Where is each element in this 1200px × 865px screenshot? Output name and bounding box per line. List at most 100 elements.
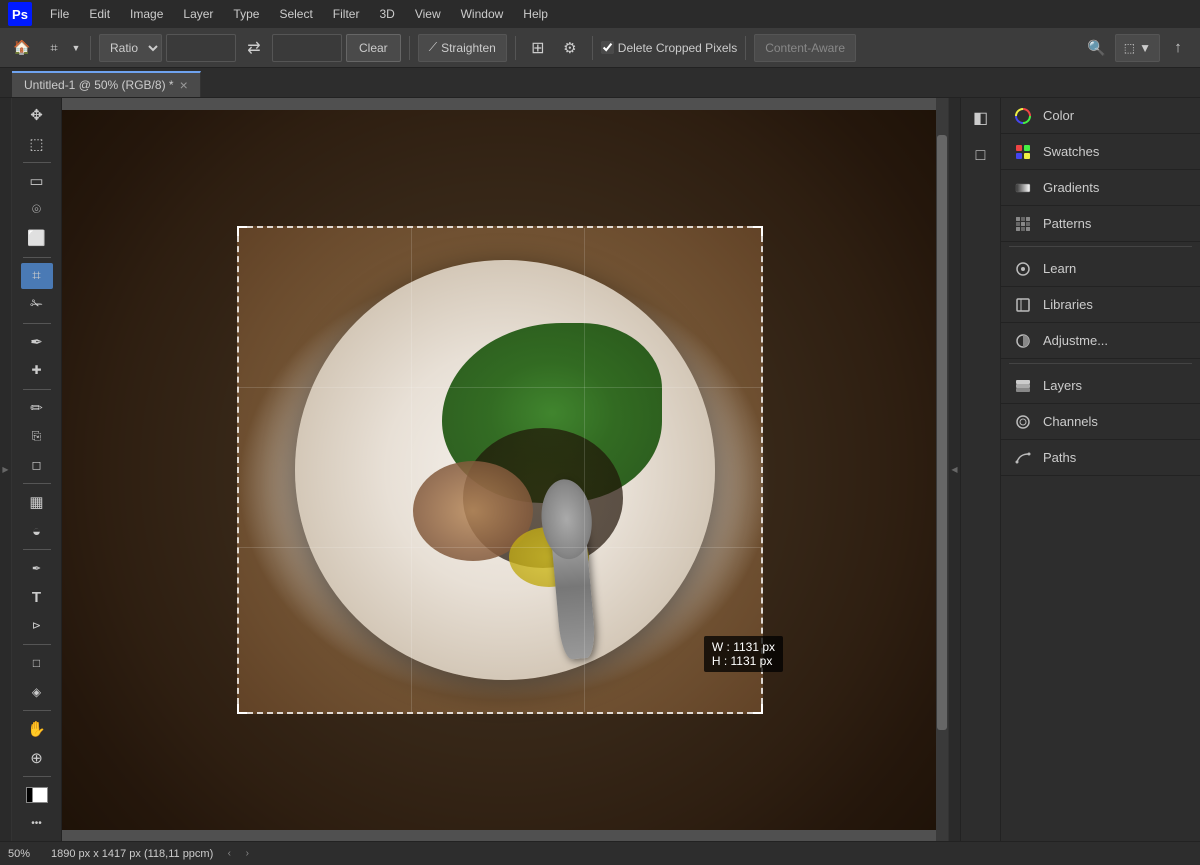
workspace-selector[interactable]: ⬚ ▼ (1115, 34, 1160, 62)
panel-section-2: Learn Libraries Adjustme... (1001, 251, 1200, 359)
straighten-button[interactable]: ⟋ Straighten (418, 34, 507, 62)
panel-item-adjustments[interactable]: Adjustme... (1001, 323, 1200, 359)
libraries-icon (1013, 295, 1033, 315)
grid-overlay-icon[interactable]: ⊞ (524, 34, 552, 62)
channels-label: Channels (1043, 414, 1098, 429)
panel-item-learn[interactable]: Learn (1001, 251, 1200, 287)
spoon (546, 477, 597, 659)
tool-zoom[interactable]: ⊕ (21, 744, 53, 771)
tool-separator-8 (23, 710, 51, 711)
canvas-area[interactable]: W : 1131 px H : 1131 px (62, 98, 948, 841)
delete-cropped-checkbox[interactable] (601, 41, 614, 54)
canvas-scrollbar[interactable] (936, 98, 948, 841)
right-panel: Color Swatches (1000, 98, 1200, 841)
panel-item-layers[interactable]: Layers (1001, 368, 1200, 404)
tool-slice[interactable]: ✁ (21, 291, 53, 318)
zoom-level: 50% (8, 848, 43, 860)
tool-healing[interactable]: ✚ (21, 357, 53, 384)
panel-section-1: Color Swatches (1001, 98, 1200, 242)
main-area: ✥ ⬚ ▭ ⌾ ⬜ ⌗ ✁ ✒ ✚ ✏ ⎘ ◻ ▦ ◒ ✒ T ⊳ □ ◈ ✋ … (0, 98, 1200, 841)
tool-eraser[interactable]: ◻ (21, 452, 53, 479)
document-tab[interactable]: Untitled-1 @ 50% (RGB/8) * × (12, 71, 201, 97)
tool-brush[interactable]: ✏ (21, 395, 53, 422)
ratio-width-input[interactable] (166, 34, 236, 62)
menu-select[interactable]: Select (271, 5, 320, 23)
plate (295, 260, 715, 680)
content-aware-button[interactable]: Content-Aware (754, 34, 856, 62)
canvas-scrollthumb[interactable] (937, 135, 947, 729)
panel-separator-2 (1009, 363, 1192, 364)
straighten-label: Straighten (441, 41, 496, 55)
crop-dropdown-arrow[interactable]: ▼ (70, 34, 82, 62)
tool-more[interactable]: ••• (21, 810, 53, 837)
crop-icon[interactable]: ⌗ (40, 34, 68, 62)
delete-cropped-label[interactable]: Delete Cropped Pixels (601, 41, 737, 55)
nav-prev-btn[interactable]: ‹ (221, 846, 237, 862)
panel-item-channels[interactable]: Channels (1001, 404, 1200, 440)
tool-clone[interactable]: ⎘ (21, 423, 53, 450)
panel-item-gradients[interactable]: Gradients (1001, 170, 1200, 206)
paths-label: Paths (1043, 450, 1076, 465)
canvas-content: W : 1131 px H : 1131 px (62, 98, 948, 841)
nav-next-btn[interactable]: › (239, 846, 255, 862)
tool-separator-7 (23, 644, 51, 645)
menu-edit[interactable]: Edit (81, 5, 118, 23)
tool-artboard[interactable]: ⬚ (21, 131, 53, 158)
ratio-height-input[interactable] (272, 34, 342, 62)
tab-close-btn[interactable]: × (180, 77, 188, 93)
search-icon-btn[interactable]: 🔍 (1083, 34, 1111, 62)
ratio-select[interactable]: Ratio (99, 34, 162, 62)
adjustments-icon (1013, 331, 1033, 351)
tool-separator-9 (23, 776, 51, 777)
panel-item-paths[interactable]: Paths (1001, 440, 1200, 476)
swap-icon[interactable]: ⇄ (240, 34, 268, 62)
menu-file[interactable]: File (42, 5, 77, 23)
menu-3d[interactable]: 3D (371, 5, 402, 23)
menu-window[interactable]: Window (453, 5, 512, 23)
food-photo (62, 110, 948, 830)
nav-arrows: ‹ › (221, 846, 255, 862)
tool-eyedropper[interactable]: ✒ (21, 329, 53, 356)
panel-item-patterns[interactable]: Patterns (1001, 206, 1200, 242)
tool-rect-select[interactable]: ▭ (21, 168, 53, 195)
toolbar-divider-4 (592, 36, 593, 60)
tool-dodge[interactable]: ◒ (21, 518, 53, 545)
tool-fg-bg-colors[interactable] (21, 782, 53, 809)
libraries-label: Libraries (1043, 297, 1093, 312)
tool-object-select[interactable]: ⬜ (21, 225, 53, 252)
panel-item-libraries[interactable]: Libraries (1001, 287, 1200, 323)
panel-icon-workspace[interactable]: □ (965, 140, 997, 172)
share-icon-btn[interactable]: ↑ (1164, 34, 1192, 62)
tool-3d[interactable]: ◈ (21, 678, 53, 705)
home-icon-btn[interactable]: 🏠 (8, 34, 36, 62)
menu-filter[interactable]: Filter (325, 5, 368, 23)
menu-type[interactable]: Type (225, 5, 267, 23)
panel-item-swatches[interactable]: Swatches (1001, 134, 1200, 170)
tool-pen[interactable]: ✒ (21, 555, 53, 582)
right-panel-collapse[interactable] (948, 98, 960, 841)
layers-label: Layers (1043, 378, 1082, 393)
adjustments-label: Adjustme... (1043, 333, 1108, 348)
tool-separator-2 (23, 257, 51, 258)
tool-lasso[interactable]: ⌾ (21, 197, 53, 224)
tool-shape[interactable]: □ (21, 650, 53, 677)
canvas-scroll[interactable]: W : 1131 px H : 1131 px (62, 98, 948, 841)
tool-path-select[interactable]: ⊳ (21, 612, 53, 639)
tool-move[interactable]: ✥ (21, 102, 53, 129)
tool-crop[interactable]: ⌗ (21, 263, 53, 290)
menu-view[interactable]: View (407, 5, 449, 23)
panel-icon-layers[interactable]: ◧ (965, 102, 997, 134)
settings-icon[interactable]: ⚙ (556, 34, 584, 62)
left-panel-collapse[interactable] (0, 98, 12, 841)
panel-separator-1 (1009, 246, 1192, 247)
tool-gradient[interactable]: ▦ (21, 489, 53, 516)
clear-button[interactable]: Clear (346, 34, 401, 62)
tool-text[interactable]: T (21, 584, 53, 611)
crop-tool-indicator: ⌗ ▼ (40, 34, 82, 62)
tool-hand[interactable]: ✋ (21, 716, 53, 743)
photo-container: W : 1131 px H : 1131 px (62, 110, 948, 830)
menu-help[interactable]: Help (515, 5, 556, 23)
menu-layer[interactable]: Layer (175, 5, 221, 23)
panel-item-color[interactable]: Color (1001, 98, 1200, 134)
menu-image[interactable]: Image (122, 5, 171, 23)
